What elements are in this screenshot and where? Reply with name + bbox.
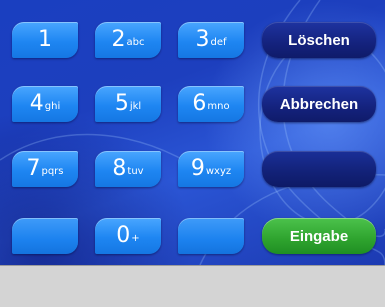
key-5-digit: 5 — [114, 91, 129, 116]
key-3[interactable]: 3 def — [178, 22, 244, 58]
key-7-digit: 7 — [26, 156, 41, 181]
empty-key-left — [12, 218, 78, 254]
key-9-digit: 9 — [190, 156, 205, 181]
empty-function-key — [262, 151, 376, 187]
cancel-button-label: Abbrechen — [279, 95, 359, 113]
cancel-button[interactable]: Abbrechen — [262, 86, 376, 122]
key-5-letters: jkl — [129, 101, 142, 112]
key-1-digit: 1 — [38, 27, 52, 52]
delete-button-label: Löschen — [288, 31, 350, 49]
key-3-digit: 3 — [195, 27, 210, 52]
key-8-letters: tuv — [127, 166, 144, 177]
bottom-bar — [0, 265, 385, 307]
key-4[interactable]: 4 ghi — [12, 86, 78, 122]
dial-keypad: 1 2 abc 3 def Löschen 4 ghi 5 jkl 6 mno … — [0, 0, 385, 265]
delete-button[interactable]: Löschen — [262, 22, 376, 58]
key-3-letters: def — [210, 37, 227, 48]
key-2[interactable]: 2 abc — [95, 22, 161, 58]
enter-button[interactable]: Eingabe — [262, 218, 376, 254]
key-7-letters: pqrs — [41, 166, 64, 177]
key-1[interactable]: 1 — [12, 22, 78, 58]
key-8[interactable]: 8 tuv — [95, 151, 161, 187]
key-7[interactable]: 7 pqrs — [12, 151, 78, 187]
key-4-letters: ghi — [44, 101, 61, 112]
enter-button-label: Eingabe — [289, 227, 349, 245]
key-6-letters: mno — [207, 101, 230, 112]
key-8-digit: 8 — [112, 156, 127, 181]
key-6[interactable]: 6 mno — [178, 86, 244, 122]
key-9-letters: wxyz — [205, 166, 232, 177]
empty-key-right — [178, 218, 244, 254]
key-0[interactable]: 0 + — [95, 218, 161, 254]
key-0-letters: + — [131, 233, 140, 244]
key-2-letters: abc — [126, 37, 145, 48]
key-5[interactable]: 5 jkl — [95, 86, 161, 122]
key-9[interactable]: 9 wxyz — [178, 151, 244, 187]
key-0-digit: 0 — [116, 223, 131, 248]
key-6-digit: 6 — [192, 91, 207, 116]
key-4-digit: 4 — [29, 91, 44, 116]
key-2-digit: 2 — [111, 27, 126, 52]
